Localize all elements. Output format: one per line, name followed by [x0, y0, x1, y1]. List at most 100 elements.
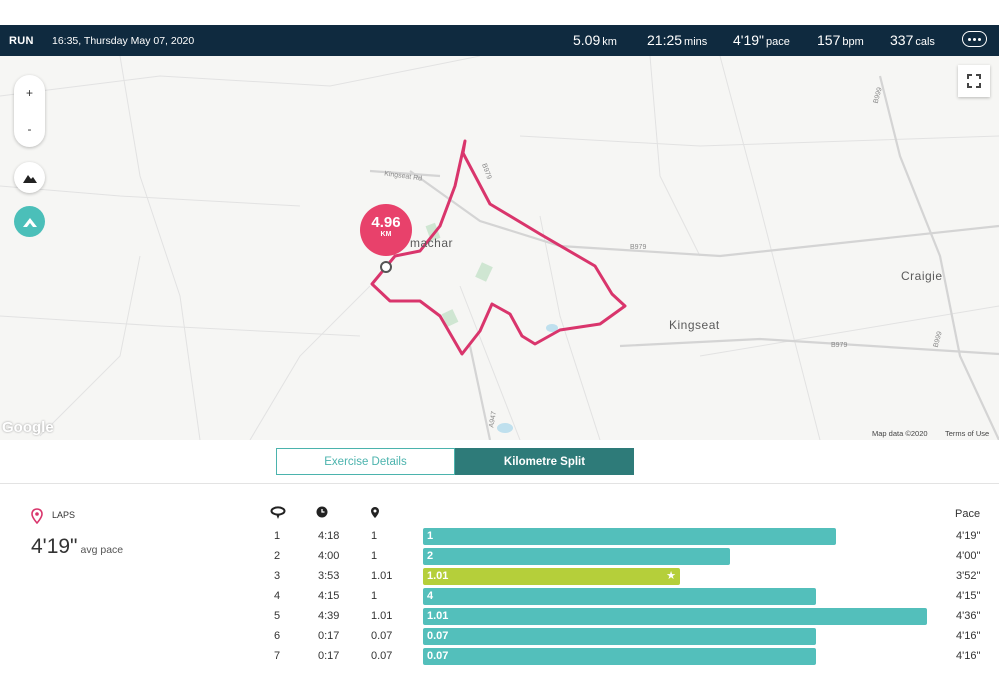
lap-pace: 3'52"	[956, 570, 981, 582]
activity-type: RUN	[9, 34, 34, 47]
lap-row: 3 3:53 1.01 3'52" 1.01 ★	[0, 567, 999, 587]
calories-unit: cals	[915, 36, 935, 48]
lap-number: 5	[274, 610, 281, 622]
lap-distance: 1	[371, 530, 378, 542]
tab-exercise-details[interactable]: Exercise Details	[276, 448, 455, 475]
lap-pace: 4'16"	[956, 630, 981, 642]
lap-distance: 1.01	[371, 610, 393, 622]
lap-time: 0:17	[318, 650, 340, 662]
distance-pin: 4.96 KM	[360, 204, 412, 256]
lap-distance: 0.07	[371, 650, 393, 662]
lap-pace: 4'36"	[956, 610, 981, 622]
road-a947	[468, 345, 492, 440]
route-icon	[22, 217, 37, 227]
location-pin-icon	[31, 508, 43, 524]
lap-number: 1	[274, 530, 281, 542]
map-data-attribution: Map data ©2020	[872, 429, 928, 438]
google-logo: Google	[2, 419, 54, 436]
place-label-kingseat: Kingseat	[669, 318, 720, 332]
lap-bar-label: 0.07	[427, 650, 449, 662]
lap-bar-label: 0.07	[427, 630, 449, 642]
distance-value: 5.09	[573, 32, 601, 48]
lap-time: 4:15	[318, 590, 340, 602]
lap-pace: 4'00"	[956, 550, 981, 562]
lap-distance: 0.07	[371, 630, 393, 642]
lap-row: 7 0:17 0.07 4'16" 0.07	[0, 647, 999, 667]
lap-pace: 4'15"	[956, 590, 981, 602]
laps-label: LAPS	[52, 510, 76, 520]
lap-icon	[270, 506, 286, 519]
route-map[interactable]: 4.96 KM machar Kingseat Craigie B979 B97…	[0, 56, 999, 440]
pace-value: 4'19"	[733, 32, 765, 48]
lap-distance: 1.01	[371, 570, 393, 582]
fullscreen-icon	[967, 74, 981, 88]
road-label: B979	[831, 342, 848, 349]
terrain-toggle-button[interactable]	[14, 162, 45, 193]
road-b979-south	[619, 337, 999, 356]
lap-number: 2	[274, 550, 281, 562]
distance-pin-icon	[371, 507, 379, 518]
heart-rate-stat: 157 bpm	[817, 32, 864, 48]
calories-value: 337	[890, 32, 914, 48]
distance-pin-unit: KM	[380, 231, 392, 238]
pace-stat: 4'19" pace	[733, 32, 790, 48]
lap-time: 4:39	[318, 610, 340, 622]
lap-bar-label: 1	[427, 530, 434, 542]
lap-number: 4	[274, 590, 281, 602]
lap-row: 5 4:39 1.01 4'36" 1.01	[0, 607, 999, 627]
duration-value: 21:25	[647, 32, 683, 48]
zoom-in-button[interactable]: +	[14, 75, 45, 111]
road-label: B979	[630, 244, 647, 251]
lap-pace-bar: 4	[423, 588, 816, 605]
lap-distance: 1	[371, 590, 378, 602]
place-label-machar: machar	[410, 236, 454, 250]
tab-kilometre-split[interactable]: Kilometre Split	[455, 448, 634, 475]
lap-pace-bar: 1	[423, 528, 836, 545]
distance-pin-value: 4.96	[371, 214, 401, 231]
duration-unit: mins	[684, 36, 708, 48]
best-lap-star-icon: ★	[666, 570, 676, 582]
road-b999	[878, 75, 999, 440]
lap-row: 6 0:17 0.07 4'16" 0.07	[0, 627, 999, 647]
lap-pace-bar: 1.01	[423, 608, 927, 625]
lap-time: 3:53	[318, 570, 340, 582]
zoom-control: + -	[14, 75, 45, 147]
lap-distance: 1	[371, 550, 378, 562]
divider	[0, 483, 999, 484]
lap-pace: 4'16"	[956, 650, 981, 662]
lap-pace-bar: 0.07	[423, 648, 816, 665]
mountain-icon	[22, 174, 37, 183]
lap-pace-bar: 1.01 ★	[423, 568, 680, 585]
lap-time: 4:18	[318, 530, 340, 542]
lap-bar-label: 2	[427, 550, 434, 562]
lap-pace: 4'19"	[956, 530, 981, 542]
lap-number: 7	[274, 650, 281, 662]
fullscreen-button[interactable]	[958, 65, 990, 97]
heart-rate-value: 157	[817, 32, 841, 48]
route-end-marker	[380, 261, 392, 273]
clock-icon	[316, 506, 328, 518]
lap-pace-bar: 2	[423, 548, 730, 565]
zoom-out-button[interactable]: -	[14, 111, 45, 147]
distance-unit: km	[602, 36, 617, 48]
heart-rate-unit: bpm	[842, 36, 864, 48]
lap-bar-label: 1.01	[427, 570, 449, 582]
lap-row: 2 4:00 1 4'00" 2	[0, 547, 999, 567]
lap-time: 0:17	[318, 630, 340, 642]
terms-of-use-link[interactable]: Terms of Use	[945, 429, 989, 438]
lap-row: 1 4:18 1 4'19" 1	[0, 527, 999, 547]
lap-number: 6	[274, 630, 281, 642]
more-dots-icon[interactable]	[962, 31, 987, 47]
map-canvas	[0, 56, 999, 440]
route-toggle-button[interactable]	[14, 206, 45, 237]
calories-stat: 337 cals	[890, 32, 935, 48]
place-label-craigie: Craigie	[901, 269, 943, 283]
activity-datetime: 16:35, Thursday May 07, 2020	[52, 34, 195, 47]
duration-stat: 21:25 mins	[647, 32, 707, 48]
lap-number: 3	[274, 570, 281, 582]
pace-unit: pace	[766, 36, 790, 48]
pace-column-header: Pace	[955, 508, 981, 520]
activity-header: RUN 16:35, Thursday May 07, 2020 5.09 km …	[0, 25, 999, 56]
lap-bar-label: 4	[427, 590, 434, 602]
lap-time: 4:00	[318, 550, 340, 562]
